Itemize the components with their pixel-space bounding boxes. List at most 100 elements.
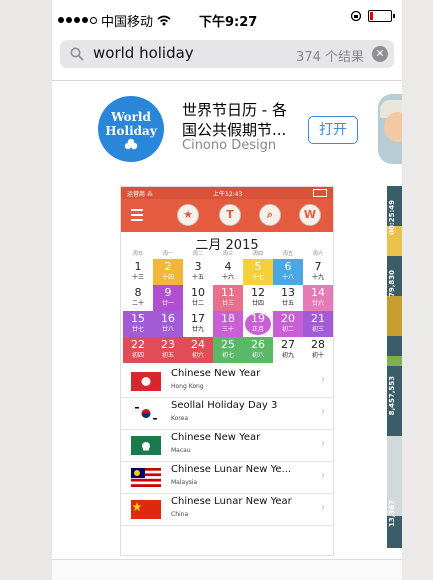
status-bar: 中国移动 下午9:27: [52, 0, 402, 36]
app-title[interactable]: 世界节日历 - 各 国公共假期节...: [182, 100, 302, 140]
calendar-day[interactable]: 16 廿八: [153, 311, 183, 337]
weekday-label: 周日: [132, 251, 143, 257]
day-number: 14: [311, 286, 325, 299]
signal-dots-icon: [58, 17, 97, 24]
chevron-right-icon: ›: [321, 438, 325, 449]
lunar-date: 三十: [221, 326, 234, 333]
next-app-stat: 13,367: [388, 500, 396, 528]
next-app-stat: 00:25:49: [388, 200, 396, 235]
calendar-day[interactable]: 11 廿三: [213, 285, 243, 311]
weekday-label: 周三: [222, 251, 233, 257]
app-developer: Cinono Design: [182, 138, 277, 153]
menu-icon: [131, 209, 143, 221]
calendar-day[interactable]: 5 十七: [243, 259, 273, 285]
calendar-day[interactable]: 17 廿九: [183, 311, 213, 337]
lunar-date: 初七: [221, 352, 234, 359]
calendar-day[interactable]: 2 十四: [153, 259, 183, 285]
day-number: 13: [281, 286, 295, 299]
lunar-date: 初三: [311, 326, 324, 333]
lunar-date: 初六: [191, 352, 204, 359]
next-app-stat: 8,457,553: [388, 376, 396, 416]
lunar-date: 廿八: [161, 326, 174, 333]
day-number: 10: [191, 286, 205, 299]
search-icon: ⌕: [259, 204, 281, 226]
lunar-date: 廿四: [251, 300, 264, 307]
calendar-day[interactable]: 15 廿七: [123, 311, 153, 337]
calendar-day[interactable]: 22 初四: [123, 337, 153, 363]
search-query[interactable]: world holiday: [93, 44, 194, 62]
calendar-day[interactable]: 21 初三: [303, 311, 333, 337]
day-number: 11: [221, 286, 235, 299]
calendar-day[interactable]: 20 初二: [273, 311, 303, 337]
holiday-row[interactable]: Chinese Lunar New Year China ›: [121, 493, 333, 526]
calendar-day[interactable]: 6 十八: [273, 259, 303, 285]
calendar-day[interactable]: 7 十九: [303, 259, 333, 285]
day-number: 20: [281, 312, 295, 325]
calendar-day[interactable]: 10 廿二: [183, 285, 213, 311]
day-number: 1: [134, 260, 142, 273]
chevron-right-icon: ›: [321, 502, 325, 513]
calendar-day[interactable]: 13 廿五: [273, 285, 303, 311]
calendar-day[interactable]: 28 初十: [303, 337, 333, 363]
day-number: 21: [311, 312, 325, 325]
holiday-row[interactable]: Seollal Holiday Day 3 Korea ›: [121, 397, 333, 430]
calendar-day[interactable]: 19 正月: [243, 311, 273, 337]
open-button[interactable]: 打开: [308, 116, 358, 144]
calendar-day[interactable]: 9 廿一: [153, 285, 183, 311]
status-left: 中国移动: [58, 11, 171, 30]
app-icon-line2: Holiday: [105, 124, 157, 138]
lunar-date: 初十: [311, 352, 324, 359]
app-icon-line1: World: [111, 110, 151, 124]
holiday-name: Chinese New Year: [171, 368, 261, 379]
calendar-day[interactable]: 4 十六: [213, 259, 243, 285]
weekday-label: 周二: [192, 251, 203, 257]
status-time: 下午9:27: [199, 15, 258, 30]
weekday-label: 周五: [282, 251, 293, 257]
day-number: 15: [131, 312, 145, 325]
calendar-day[interactable]: 14 廿六: [303, 285, 333, 311]
next-app-stat: 79,830: [388, 270, 396, 298]
holiday-row[interactable]: Chinese New Year Hong Kong ›: [121, 365, 333, 398]
screenshot-status-left: 运营商 ⁂: [127, 191, 153, 198]
bottom-edge: [52, 559, 402, 580]
calendar-day[interactable]: 23 初五: [153, 337, 183, 363]
weekday-row: 周日 周一 周二 周三 周四 周五 周六: [121, 250, 333, 258]
lunar-date: 十六: [221, 274, 234, 281]
day-number: 3: [194, 260, 202, 273]
day-number: 26: [251, 338, 265, 351]
star-icon: ★: [177, 204, 199, 226]
day-number: 27: [281, 338, 295, 351]
calendar-day[interactable]: 24 初六: [183, 337, 213, 363]
next-app-screenshot[interactable]: 00:25:49 79,830 8,457,553 13,367: [387, 186, 402, 548]
calendar-day[interactable]: 1 十三: [123, 259, 153, 285]
calendar-day[interactable]: 3 十五: [183, 259, 213, 285]
status-right: [350, 10, 395, 22]
app-screenshot[interactable]: 运营商 ⁂ 上午12:43 ★ T ⌕ W 二月 2015 周日 周一 周二 周三 周四…: [120, 186, 334, 556]
search-bar[interactable]: world holiday 374 个结果 ✕: [60, 40, 394, 68]
day-number: 7: [314, 260, 322, 273]
calendar-day[interactable]: 26 初八: [243, 337, 273, 363]
right-margin: [402, 0, 433, 580]
lunar-date: 廿二: [191, 300, 204, 307]
holiday-row[interactable]: Chinese Lunar New Ye... Malaysia ›: [121, 461, 333, 494]
app-store-screen: 中国移动 下午9:27 world holiday 374 个结果 ✕ Worl…: [52, 0, 402, 580]
calendar-day[interactable]: 18 三十: [213, 311, 243, 337]
calendar-day[interactable]: 12 廿四: [243, 285, 273, 311]
kr-flag-icon: [131, 404, 161, 423]
my-flag-icon: [131, 468, 161, 487]
app-icon[interactable]: World Holiday: [96, 94, 166, 164]
next-app-icon[interactable]: [378, 94, 402, 164]
day-number: 12: [251, 286, 265, 299]
left-margin: [0, 0, 52, 580]
clear-search-icon[interactable]: ✕: [372, 46, 388, 62]
holiday-name: Chinese New Year: [171, 432, 261, 443]
calendar-day[interactable]: 25 初七: [213, 337, 243, 363]
clover-icon: [124, 138, 138, 150]
holiday-row[interactable]: Chinese New Year Macau ›: [121, 429, 333, 462]
lunar-date: 廿七: [131, 326, 144, 333]
lunar-date: 廿六: [311, 300, 324, 307]
calendar-day[interactable]: 8 二十: [123, 285, 153, 311]
lunar-date: 初八: [251, 352, 264, 359]
cn-flag-icon: [131, 500, 161, 519]
calendar-day[interactable]: 27 初九: [273, 337, 303, 363]
